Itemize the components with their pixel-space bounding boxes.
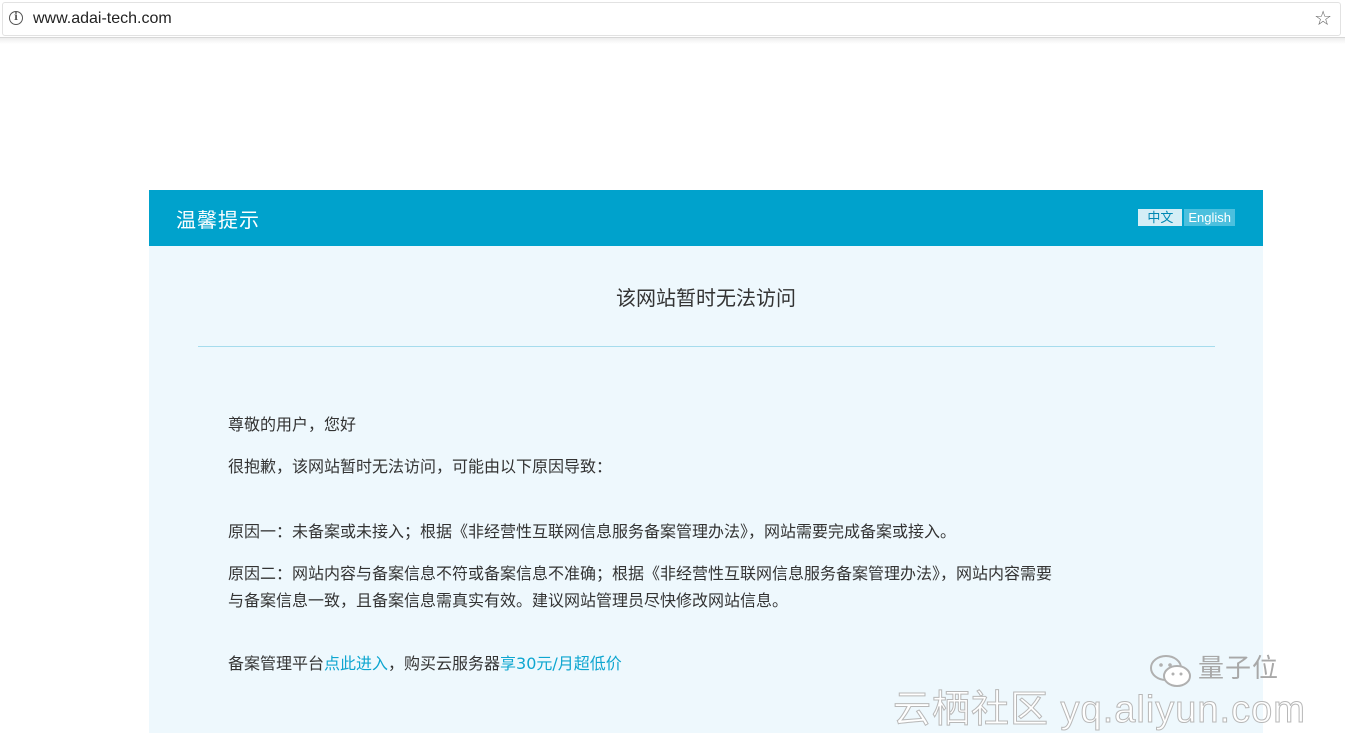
footer-line: 备案管理平台点此进入，购买云服务器享30元/月超低价 [228, 650, 622, 677]
notice-panel: 温馨提示 中文 English 该网站暂时无法访问 尊敬的用户，您好 很抱歉，该… [149, 190, 1263, 733]
info-icon[interactable]: i [9, 11, 23, 25]
panel-title: 温馨提示 [176, 208, 260, 232]
watermark-site: 云栖社区 yq.aliyun.com [893, 689, 1306, 732]
url-field[interactable]: i www.adai-tech.com ☆ [2, 2, 1341, 36]
greeting-text: 尊敬的用户，您好 [228, 415, 357, 434]
lang-english-button[interactable]: English [1184, 209, 1235, 226]
browser-address-bar: i www.adai-tech.com ☆ [0, 0, 1345, 38]
footer-middle: ，购买云服务器 [388, 654, 501, 673]
divider [198, 346, 1215, 347]
page-heading: 该网站暂时无法访问 [616, 286, 796, 310]
toolbar-shadow [0, 38, 1345, 44]
footer-prefix: 备案管理平台 [228, 654, 325, 673]
bookmark-star-icon[interactable]: ☆ [1314, 6, 1332, 30]
reason-two-line2: 与备案信息一致，且备案信息需真实有效。建议网站管理员尽快修改网站信息。 [228, 591, 789, 610]
panel-header: 温馨提示 中文 English [149, 190, 1263, 246]
apology-text: 很抱歉，该网站暂时无法访问，可能由以下原因导致： [228, 457, 613, 476]
beian-platform-link[interactable]: 点此进入 [324, 654, 388, 673]
language-switch: 中文 English [1138, 209, 1235, 226]
reason-one-text: 原因一：未备案或未接入；根据《非经营性互联网信息服务备案管理办法》，网站需要完成… [228, 522, 957, 541]
reason-two-line1: 原因二：网站内容与备案信息不符或备案信息不准确；根据《非经营性互联网信息服务备案… [228, 564, 1053, 583]
url-text[interactable]: www.adai-tech.com [33, 10, 172, 28]
lang-chinese-button[interactable]: 中文 [1138, 209, 1183, 226]
cloud-server-offer-link[interactable]: 享30元/月超低价 [500, 654, 622, 673]
